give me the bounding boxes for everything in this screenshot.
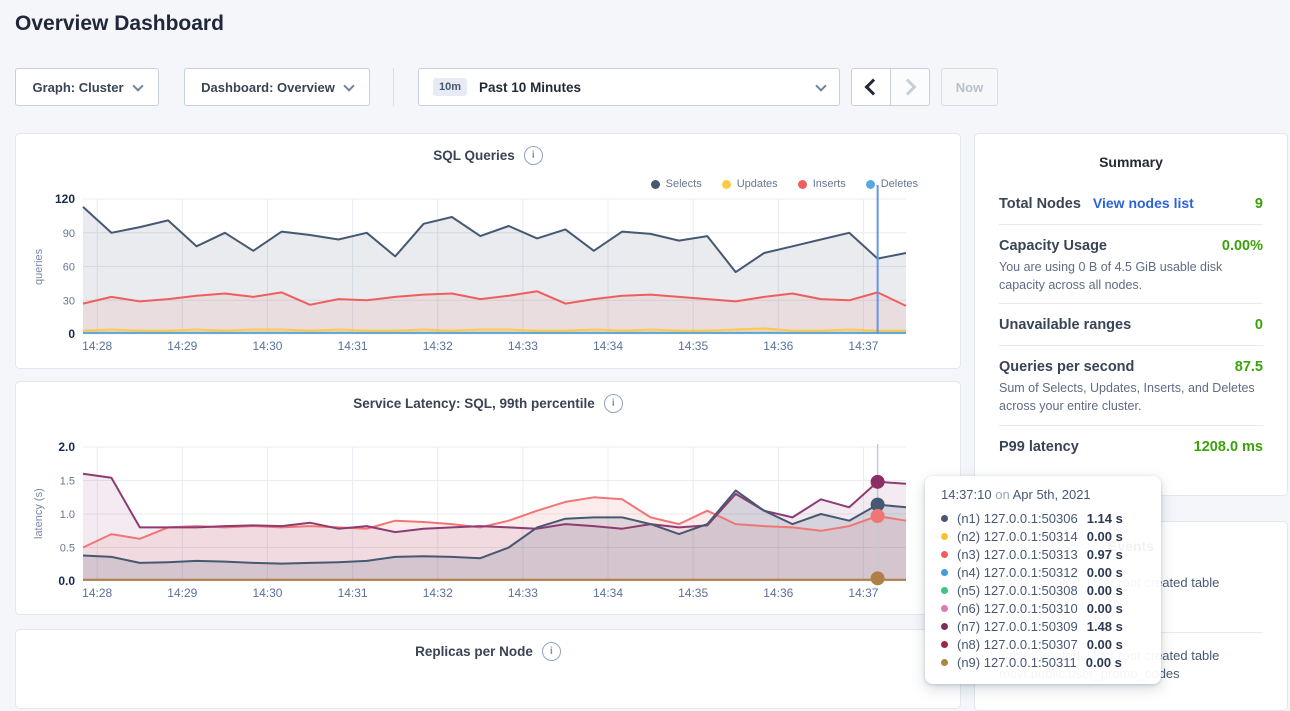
prev-timeframe-button[interactable]	[851, 68, 891, 106]
p99-latency-value: 1208.0 ms	[1194, 439, 1263, 455]
svg-text:14:37: 14:37	[848, 339, 878, 353]
page-title: Overview Dashboard	[15, 12, 224, 36]
svg-text:30: 30	[63, 295, 75, 307]
queries-per-second-description: Sum of Selects, Updates, Inserts, and De…	[999, 379, 1263, 415]
node-dot-icon	[941, 551, 948, 558]
svg-text:14:29: 14:29	[167, 339, 197, 353]
summary-row-total-nodes: Total Nodes View nodes list 9	[999, 182, 1263, 215]
chevron-down-icon	[815, 80, 826, 91]
node-dot-icon	[941, 587, 948, 594]
svg-text:14:35: 14:35	[678, 339, 708, 353]
tooltip-node-row: (n8) 127.0.0.1:503070.00 s	[941, 635, 1145, 653]
chevron-down-icon	[343, 80, 354, 91]
svg-text:14:32: 14:32	[423, 586, 453, 600]
tooltip-timestamp: 14:37:10 on Apr 5th, 2021	[941, 487, 1145, 502]
time-range-badge: 10m	[433, 78, 467, 96]
svg-text:14:36: 14:36	[763, 586, 793, 600]
time-range-selector[interactable]: 10m Past 10 Minutes	[418, 68, 840, 106]
summary-title: Summary	[999, 154, 1263, 170]
dashboard-dropdown-label: Dashboard: Overview	[201, 80, 335, 95]
svg-text:120: 120	[55, 192, 75, 206]
capacity-usage-label: Capacity Usage	[999, 238, 1107, 254]
summary-row-qps: Queries per second 87.5	[999, 346, 1263, 378]
svg-text:14:33: 14:33	[508, 586, 538, 600]
node-dot-icon	[941, 605, 948, 612]
chart-tooltip: 14:37:10 on Apr 5th, 2021 (n1) 127.0.0.1…	[925, 476, 1161, 684]
view-nodes-list-link[interactable]: View nodes list	[1093, 195, 1194, 211]
node-dot-icon	[941, 623, 948, 630]
dashboard-dropdown[interactable]: Dashboard: Overview	[184, 68, 370, 106]
tooltip-node-row: (n6) 127.0.0.1:503100.00 s	[941, 599, 1145, 617]
queries-per-second-label: Queries per second	[999, 359, 1134, 375]
svg-text:14:29: 14:29	[167, 586, 197, 600]
svg-text:14:35: 14:35	[678, 586, 708, 600]
unavailable-ranges-label: Unavailable ranges	[999, 317, 1131, 333]
summary-row-unavailable-ranges: Unavailable ranges 0	[999, 304, 1263, 336]
svg-text:14:31: 14:31	[338, 586, 368, 600]
tooltip-node-row: (n7) 127.0.0.1:503091.48 s	[941, 617, 1145, 635]
tooltip-node-row: (n9) 127.0.0.1:503110.00 s	[941, 653, 1145, 671]
time-range-label: Past 10 Minutes	[479, 80, 805, 95]
tooltip-node-row: (n3) 127.0.0.1:503130.97 s	[941, 545, 1145, 563]
unavailable-ranges-value: 0	[1255, 317, 1263, 333]
tooltip-node-row: (n1) 127.0.0.1:503061.14 s	[941, 509, 1145, 527]
svg-text:60: 60	[63, 262, 75, 274]
svg-text:14:34: 14:34	[593, 586, 623, 600]
svg-text:1.5: 1.5	[60, 476, 75, 488]
svg-text:14:30: 14:30	[252, 339, 282, 353]
controls-divider	[393, 68, 394, 106]
sql-queries-panel: SQL Queries i SelectsUpdatesInsertsDelet…	[15, 133, 961, 369]
total-nodes-label: Total Nodes	[999, 196, 1081, 212]
capacity-usage-value: 0.00%	[1222, 238, 1263, 254]
node-dot-icon	[941, 515, 948, 522]
node-dot-icon	[941, 659, 948, 666]
p99-latency-label: P99 latency	[999, 439, 1079, 455]
now-button[interactable]: Now	[941, 68, 998, 106]
svg-text:0.0: 0.0	[58, 574, 75, 588]
svg-text:14:33: 14:33	[508, 339, 538, 353]
chevron-right-icon	[900, 79, 917, 96]
chevron-left-icon	[865, 79, 882, 96]
svg-text:14:37: 14:37	[848, 586, 878, 600]
replicas-per-node-panel: Replicas per Node i	[15, 629, 961, 709]
summary-row-p99: P99 latency 1208.0 ms	[999, 426, 1263, 458]
svg-text:14:32: 14:32	[423, 339, 453, 353]
chevron-down-icon	[132, 80, 143, 91]
service-latency-panel: Service Latency: SQL, 99th percentile i …	[15, 381, 961, 615]
svg-text:14:28: 14:28	[82, 339, 112, 353]
svg-text:90: 90	[63, 228, 75, 240]
replicas-per-node-title: Replicas per Node	[415, 644, 533, 659]
svg-text:14:36: 14:36	[763, 339, 793, 353]
svg-text:0: 0	[68, 327, 75, 341]
info-icon[interactable]: i	[542, 642, 561, 661]
tooltip-node-row: (n2) 127.0.0.1:503140.00 s	[941, 527, 1145, 545]
next-timeframe-button[interactable]	[890, 68, 930, 106]
tooltip-node-row: (n4) 127.0.0.1:503120.00 s	[941, 563, 1145, 581]
node-dot-icon	[941, 569, 948, 576]
service-latency-chart[interactable]: 0.0 0.5 1.0 1.5 2.0 14:28 14:29 14:30 14:31 14:32…	[16, 382, 960, 614]
svg-text:14:34: 14:34	[593, 339, 623, 353]
queries-per-second-value: 87.5	[1235, 359, 1263, 375]
svg-text:14:28: 14:28	[82, 586, 112, 600]
svg-text:14:30: 14:30	[252, 586, 282, 600]
tooltip-node-row: (n5) 127.0.0.1:503080.00 s	[941, 581, 1145, 599]
svg-text:1.0: 1.0	[60, 509, 75, 521]
total-nodes-value: 9	[1255, 196, 1263, 212]
graph-dropdown[interactable]: Graph: Cluster	[15, 68, 159, 106]
node-dot-icon	[941, 533, 948, 540]
graph-dropdown-label: Graph: Cluster	[32, 80, 123, 95]
capacity-usage-description: You are using 0 B of 4.5 GiB usable disk…	[999, 258, 1263, 294]
svg-text:0.5: 0.5	[60, 543, 75, 555]
svg-text:2.0: 2.0	[58, 440, 75, 454]
summary-row-capacity: Capacity Usage 0.00%	[999, 225, 1263, 257]
summary-panel: Summary Total Nodes View nodes list 9 Ca…	[974, 133, 1288, 496]
sql-queries-chart[interactable]: 0 30 60 90 120 14:28 14:29 14:30 14:31 14:32 14:33…	[16, 134, 960, 368]
svg-text:14:31: 14:31	[338, 339, 368, 353]
node-dot-icon	[941, 641, 948, 648]
